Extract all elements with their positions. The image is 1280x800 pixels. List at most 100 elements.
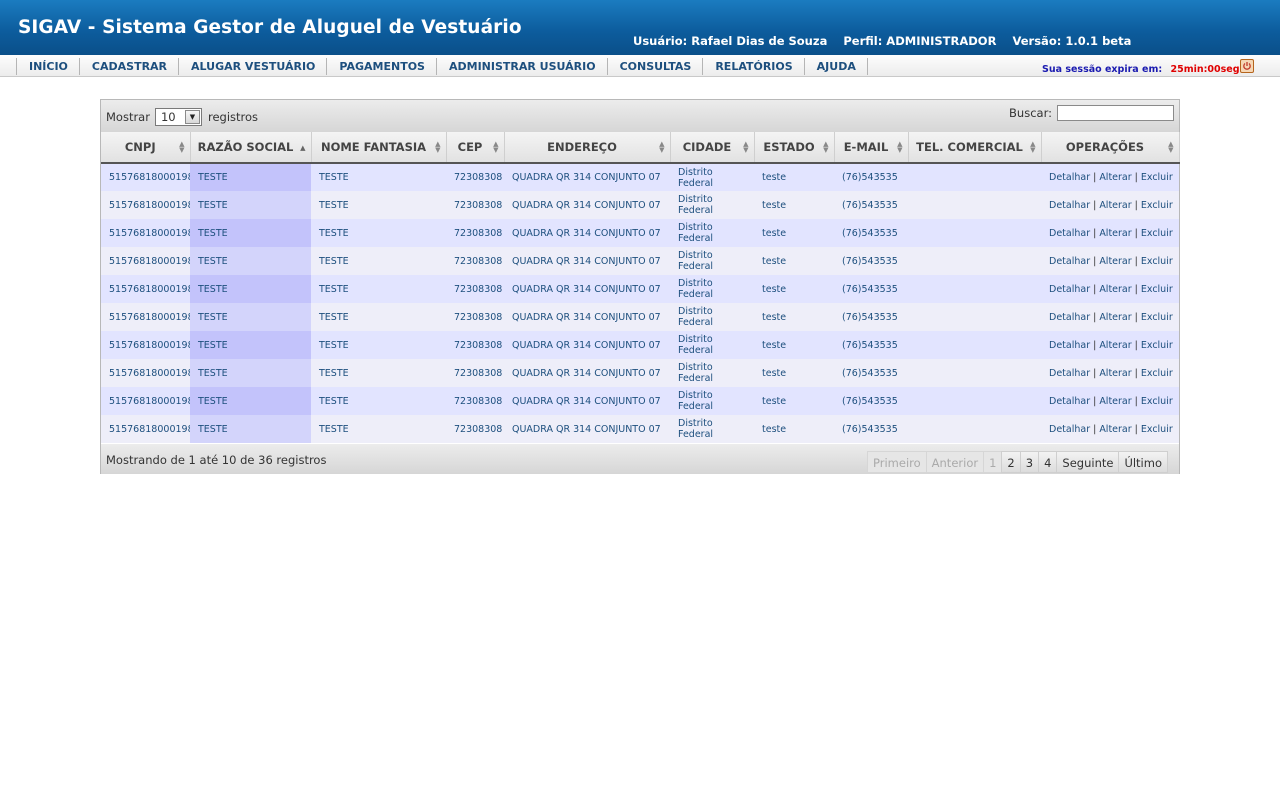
data-table-panel: Mostrar 10 ▼ registros Buscar: CNPJ ▲ ▼ RAZ…: [100, 99, 1180, 474]
page-button-2[interactable]: 2: [1001, 451, 1021, 473]
cell-cidade: Distrito Federal: [670, 275, 754, 303]
page-button-4[interactable]: 4: [1038, 451, 1058, 473]
pagination: Primeiro Anterior 1 2 3 4 Seguinte Último: [867, 451, 1168, 473]
column-header-endereco[interactable]: ENDEREÇO ▲ ▼: [504, 132, 671, 164]
column-header-cidade[interactable]: CIDADE ▲ ▼: [670, 132, 755, 164]
column-header-estado[interactable]: ESTADO ▲ ▼: [754, 132, 835, 164]
chevron-down-icon[interactable]: ▼: [184, 110, 200, 124]
edit-link[interactable]: Alterar: [1099, 312, 1131, 323]
cell-cidade: Distrito Federal: [670, 331, 754, 359]
delete-link[interactable]: Excluir: [1141, 368, 1173, 379]
edit-link[interactable]: Alterar: [1099, 396, 1131, 407]
delete-link[interactable]: Excluir: [1141, 228, 1173, 239]
separator: |: [1134, 423, 1138, 435]
cell-tel: [908, 247, 1041, 275]
cell-razao: TESTE: [190, 331, 311, 359]
edit-link[interactable]: Alterar: [1099, 172, 1131, 183]
cell-tel: [908, 303, 1041, 331]
cell-tel: [908, 191, 1041, 219]
cell-operacoes: Detalhar | Alterar | Excluir: [1041, 163, 1179, 191]
cell-cep: 72308308: [446, 219, 504, 247]
column-header-label: RAZÃO SOCIAL: [197, 139, 294, 154]
page-button-3[interactable]: 3: [1019, 451, 1040, 473]
menu-item-ajuda[interactable]: AJUDA: [805, 58, 868, 75]
search-input[interactable]: [1057, 105, 1174, 121]
table-row: 51576818000198 TESTE TESTE 72308308 QUADRA Q…: [101, 415, 1179, 443]
menu-item-relatorios[interactable]: RELATÓRIOS: [703, 58, 805, 75]
menu-item-administrar-usuario[interactable]: ADMINISTRAR USUÁRIO: [437, 58, 608, 75]
delete-link[interactable]: Excluir: [1141, 172, 1173, 183]
cell-tel: [908, 331, 1041, 359]
detail-link[interactable]: Detalhar: [1049, 340, 1090, 351]
cell-razao: TESTE: [190, 387, 311, 415]
separator: |: [1134, 339, 1138, 351]
cidade-line-1: Distrito: [678, 334, 713, 345]
page-size-select[interactable]: 10 ▼: [154, 108, 202, 126]
column-header-cnpj[interactable]: CNPJ ▲ ▼: [101, 132, 191, 164]
menu-item-consultas[interactable]: CONSULTAS: [608, 58, 704, 75]
column-header-tel-comercial[interactable]: TEL. COMERCIAL ▲ ▼: [908, 132, 1042, 164]
app-header: SIGAV - Sistema Gestor de Aluguel de Ves…: [0, 0, 1280, 55]
edit-link[interactable]: Alterar: [1099, 200, 1131, 211]
cidade-line-2: Federal: [678, 261, 714, 272]
table-row: 51576818000198 TESTE TESTE 72308308 QUADRA Q…: [101, 331, 1179, 359]
cell-endereco: QUADRA QR 314 CONJUNTO 07: [504, 191, 670, 219]
delete-link[interactable]: Excluir: [1141, 312, 1173, 323]
delete-link[interactable]: Excluir: [1141, 200, 1173, 211]
detail-link[interactable]: Detalhar: [1049, 312, 1090, 323]
cell-fantasia: TESTE: [311, 331, 446, 359]
delete-link[interactable]: Excluir: [1141, 340, 1173, 351]
power-icon[interactable]: [1240, 59, 1254, 73]
menu-item-pagamentos[interactable]: PAGAMENTOS: [327, 58, 437, 75]
edit-link[interactable]: Alterar: [1099, 368, 1131, 379]
cell-email: (76)543535: [834, 415, 908, 443]
sort-icon: ▲ ▼: [435, 140, 441, 154]
menu-item-inicio[interactable]: INÍCIO: [17, 58, 80, 75]
cidade-line-1: Distrito: [678, 222, 713, 233]
delete-link[interactable]: Excluir: [1141, 284, 1173, 295]
menu-item-cadastrar[interactable]: CADASTRAR: [80, 58, 180, 75]
column-header-nome-fantasia[interactable]: NOME FANTASIA ▲ ▼: [311, 132, 447, 164]
edit-link[interactable]: Alterar: [1099, 228, 1131, 239]
separator: |: [1093, 283, 1097, 295]
column-header-operacoes[interactable]: OPERAÇÕES ▲ ▼: [1041, 132, 1180, 164]
detail-link[interactable]: Detalhar: [1049, 172, 1090, 183]
page-button-ultimo[interactable]: Último: [1118, 451, 1168, 473]
cell-cnpj: 51576818000198: [101, 303, 190, 331]
edit-link[interactable]: Alterar: [1099, 340, 1131, 351]
column-header-razao-social[interactable]: RAZÃO SOCIAL ▲: [190, 132, 312, 164]
column-header-cep[interactable]: CEP ▲ ▼: [446, 132, 505, 164]
cidade-line-1: Distrito: [678, 194, 713, 205]
sort-icon: ▲ ▼: [823, 140, 829, 154]
cell-estado: teste: [754, 191, 834, 219]
edit-link[interactable]: Alterar: [1099, 424, 1131, 435]
detail-link[interactable]: Detalhar: [1049, 200, 1090, 211]
detail-link[interactable]: Detalhar: [1049, 424, 1090, 435]
cell-cnpj: 51576818000198: [101, 247, 190, 275]
separator: |: [1134, 367, 1138, 379]
edit-link[interactable]: Alterar: [1099, 284, 1131, 295]
detail-link[interactable]: Detalhar: [1049, 256, 1090, 267]
cell-estado: teste: [754, 303, 834, 331]
cell-estado: teste: [754, 387, 834, 415]
page-button-primeiro: Primeiro: [867, 451, 927, 473]
separator: |: [1093, 227, 1097, 239]
column-header-e-mail[interactable]: E-MAIL ▲ ▼: [834, 132, 909, 164]
delete-link[interactable]: Excluir: [1141, 424, 1173, 435]
cidade-line-2: Federal: [678, 177, 714, 189]
detail-link[interactable]: Detalhar: [1049, 368, 1090, 379]
cell-cep: 72308308: [446, 303, 504, 331]
delete-link[interactable]: Excluir: [1141, 396, 1173, 407]
detail-link[interactable]: Detalhar: [1049, 228, 1090, 239]
cell-cnpj: 51576818000198: [101, 191, 190, 219]
edit-link[interactable]: Alterar: [1099, 256, 1131, 267]
separator: |: [1134, 227, 1138, 239]
page-button-seguinte[interactable]: Seguinte: [1056, 451, 1120, 473]
menu-item-alugar-vestuario[interactable]: ALUGAR VESTUÁRIO: [179, 58, 328, 75]
delete-link[interactable]: Excluir: [1141, 256, 1173, 267]
detail-link[interactable]: Detalhar: [1049, 284, 1090, 295]
detail-link[interactable]: Detalhar: [1049, 396, 1090, 407]
cell-fantasia: TESTE: [311, 247, 446, 275]
app-version: Versão: 1.0.1 beta: [1012, 34, 1132, 48]
sort-icon: ▲ ▼: [1168, 140, 1174, 154]
